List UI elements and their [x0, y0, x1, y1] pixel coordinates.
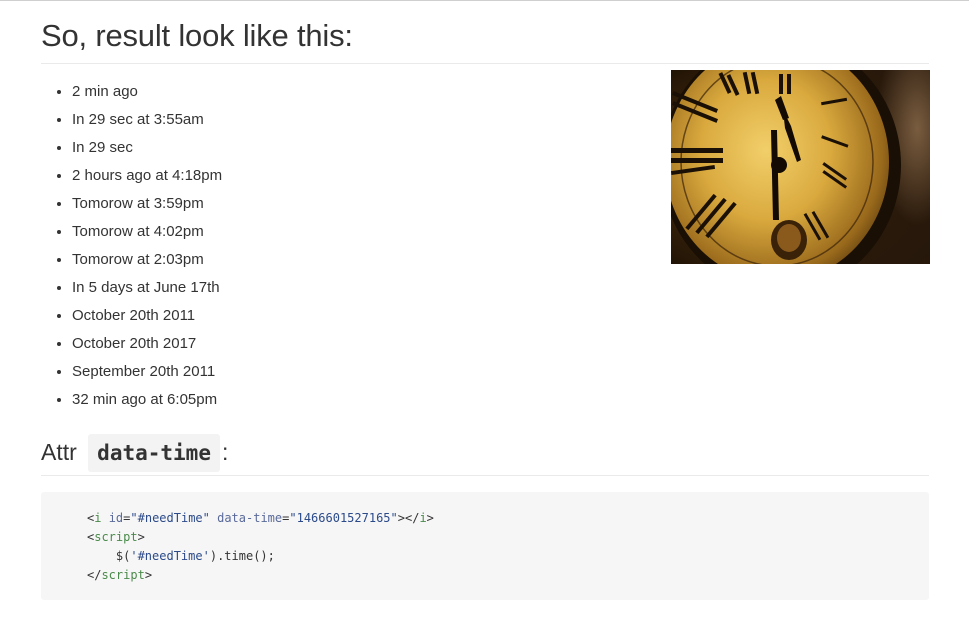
list-item: September 20th 2011	[72, 358, 222, 386]
code-token: script	[94, 530, 138, 544]
code-token: ></	[397, 511, 420, 525]
list-item: In 29 sec at 3:55am	[72, 106, 222, 134]
code-line-3: $('#needTime').time();	[87, 549, 275, 563]
code-token: i	[94, 511, 102, 525]
code-block: <i id="#needTime" data-time="14666015271…	[41, 492, 929, 600]
heading-divider	[41, 63, 929, 64]
list-item: 2 min ago	[72, 78, 222, 106]
list-item: 32 min ago at 6:05pm	[72, 386, 222, 414]
list-item: Tomorow at 4:02pm	[72, 218, 222, 246]
code-token: >	[144, 568, 153, 582]
attr-heading-suffix: :	[221, 439, 229, 465]
code-token: ).time();	[209, 549, 275, 563]
list-item: October 20th 2017	[72, 330, 222, 358]
attr-heading-code: data-time	[88, 434, 220, 472]
top-border	[0, 0, 969, 1]
code-token: i	[419, 511, 427, 525]
clock-image	[671, 70, 930, 264]
code-token: $(	[115, 549, 131, 563]
code-token: '#needTime'	[130, 549, 210, 563]
code-token: script	[101, 568, 145, 582]
code-line-2: <script>	[87, 530, 145, 544]
code-token: >	[426, 511, 434, 525]
list-item: 2 hours ago at 4:18pm	[72, 162, 222, 190]
section-title: So, result look like this:	[41, 18, 353, 53]
list-item: In 5 days at June 17th	[72, 274, 222, 302]
list-item: In 29 sec	[72, 134, 222, 162]
code-line-4: </script>	[87, 568, 152, 582]
code-token: >	[137, 530, 145, 544]
code-token: </	[87, 568, 102, 582]
code-line-1: <i id="#needTime" data-time="14666015271…	[87, 511, 434, 525]
time-examples-list: 2 min ago In 29 sec at 3:55am In 29 sec …	[41, 78, 222, 414]
code-token: id	[108, 511, 124, 525]
attr-heading: Attr data-time:	[41, 433, 228, 472]
list-item: October 20th 2011	[72, 302, 222, 330]
list-item: Tomorow at 3:59pm	[72, 190, 222, 218]
list-item: Tomorow at 2:03pm	[72, 246, 222, 274]
code-token: "1466601527165"	[289, 511, 398, 525]
attr-heading-prefix: Attr	[41, 439, 77, 465]
code-token: "#needTime"	[130, 511, 210, 525]
attr-heading-divider	[41, 475, 929, 476]
code-token: data-time	[217, 511, 283, 525]
